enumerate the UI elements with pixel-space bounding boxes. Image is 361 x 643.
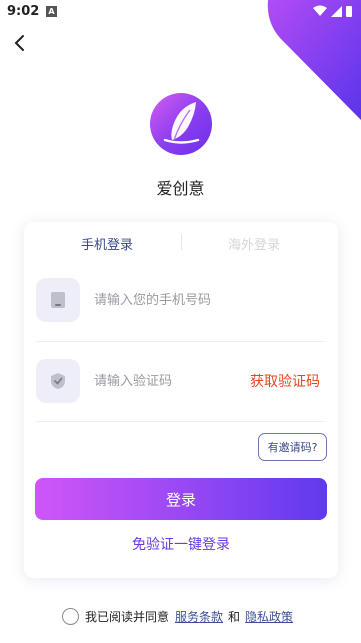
tab-phone-login[interactable]: 手机登录 — [81, 234, 133, 253]
agreement-row: 我已阅读并同意 服务条款 和 隐私政策 — [62, 607, 293, 625]
app-name: 爱创意 — [156, 179, 205, 198]
agreement-checkbox[interactable] — [62, 607, 79, 625]
agreement-text: 我已阅读并同意 — [85, 609, 170, 624]
invite-code-button[interactable]: 有邀请码? — [258, 433, 327, 461]
battery-icon — [346, 6, 352, 17]
notification-icon: A — [46, 6, 57, 17]
privacy-link[interactable]: 隐私政策 — [245, 608, 293, 625]
phone-field-icon-box — [36, 278, 80, 322]
status-time: 9:02 — [7, 4, 40, 19]
chevron-left-icon — [14, 35, 24, 51]
code-field-icon-box — [36, 359, 80, 403]
feather-icon — [163, 102, 200, 144]
tab-overseas-login[interactable]: 海外登录 — [228, 234, 280, 253]
cellular-icon — [331, 6, 342, 17]
get-code-button[interactable]: 获取验证码 — [250, 371, 320, 391]
tab-divider — [181, 234, 182, 250]
one-click-login-link[interactable]: 免验证一键登录 — [24, 534, 338, 554]
phone-icon — [51, 292, 65, 308]
app-logo — [150, 93, 212, 155]
status-bar: 9:02 A — [0, 0, 361, 24]
signal-icons — [313, 5, 352, 17]
login-button[interactable]: 登录 — [35, 478, 327, 520]
wifi-icon — [313, 5, 327, 16]
login-card: 手机登录 海外登录 获取验证码 有邀请码? 登录 免验证一键登录 — [24, 222, 338, 578]
phone-input[interactable] — [94, 290, 254, 310]
back-button[interactable] — [8, 32, 30, 54]
field-divider — [36, 341, 326, 342]
code-input[interactable] — [94, 371, 234, 391]
shield-icon — [51, 373, 65, 389]
field-divider — [36, 421, 326, 422]
terms-link[interactable]: 服务条款 — [175, 608, 223, 625]
agreement-and: 和 — [228, 609, 241, 624]
